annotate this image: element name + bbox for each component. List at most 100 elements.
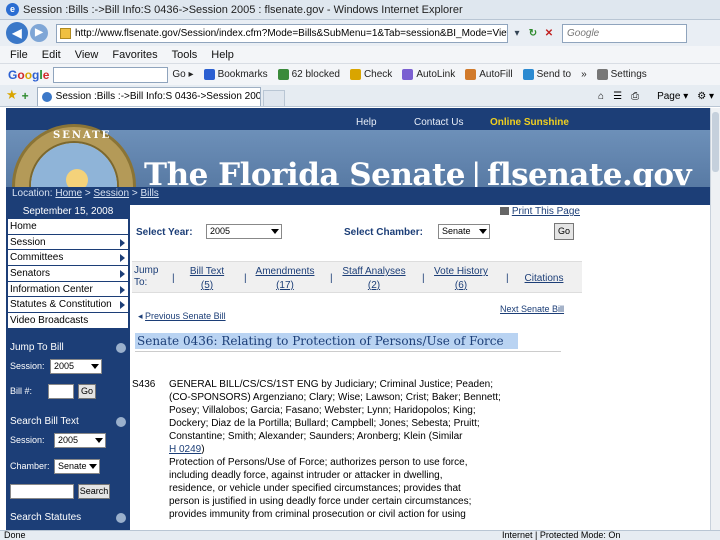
refresh-icon[interactable]: ↻ xyxy=(526,24,540,43)
jump-bill-text-link[interactable]: Bill Text (5) xyxy=(184,265,230,293)
search-button[interactable]: Search xyxy=(78,484,110,499)
forward-button[interactable]: ▶ xyxy=(30,24,48,42)
spell-check-button[interactable]: Check xyxy=(349,69,392,80)
description-line: residence, or vehicle under specified ci… xyxy=(169,483,461,494)
next-bill-link[interactable]: Next Senate Bill xyxy=(500,304,564,314)
jump-vote-history-link[interactable]: Vote History (6) xyxy=(430,265,492,293)
search-bill-text-heading: Search Bill Text xyxy=(6,415,130,429)
left-sidebar: September 15, 2008 Home Session Committe… xyxy=(6,205,130,530)
jump-to-bill-heading: Jump To Bill xyxy=(6,341,130,355)
right-blank-pane xyxy=(586,205,710,530)
menu-bar: File Edit View Favorites Tools Help xyxy=(0,46,720,63)
page-icon xyxy=(60,27,71,39)
bookmarks-button[interactable]: Bookmarks xyxy=(203,69,268,80)
search-statutes-heading: Search Statutes xyxy=(6,511,130,525)
year-select[interactable]: 2005 xyxy=(206,224,282,239)
description-line: person is justified in using deadly forc… xyxy=(169,496,472,507)
jump-to-label: Jump To: xyxy=(134,265,159,288)
menu-favorites[interactable]: Favorites xyxy=(112,49,157,61)
sidebar-item-statutes[interactable]: Statutes & Constitution xyxy=(8,297,128,314)
jump-session-select[interactable]: 2005 xyxy=(50,359,102,374)
menu-tools[interactable]: Tools xyxy=(172,49,198,61)
help-link[interactable]: Help xyxy=(356,117,377,128)
similar-bill-link[interactable]: H 0249 xyxy=(169,444,201,455)
print-page-link[interactable]: Print This Page xyxy=(499,206,580,217)
home-icon[interactable]: ⌂ xyxy=(598,91,604,102)
contact-us-link[interactable]: Contact Us xyxy=(414,117,463,128)
search-session-label: Session: xyxy=(10,435,45,445)
back-button[interactable]: ◀ xyxy=(6,22,28,44)
popup-blocker-button[interactable]: 62 blocked xyxy=(277,69,340,80)
send-to-button[interactable]: Send to xyxy=(522,69,571,80)
browser-tab[interactable]: Session :Bills :->Bill Info:S 0436->Sess… xyxy=(36,87,261,106)
menu-file[interactable]: File xyxy=(10,49,28,61)
chamber-select[interactable]: Senate xyxy=(54,459,100,474)
google-logo: Google xyxy=(8,67,50,82)
add-favorite-icon[interactable]: + xyxy=(22,89,29,103)
sidebar-item-session[interactable]: Session xyxy=(8,235,128,251)
window-title: Session :Bills :->Bill Info:S 0436->Sess… xyxy=(23,3,463,16)
jump-session-label: Session: xyxy=(10,361,45,371)
select-year-label: Select Year: xyxy=(136,227,193,238)
popup-blocker-icon xyxy=(277,69,289,80)
breadcrumb-bills[interactable]: Bills xyxy=(140,188,158,199)
internet-explorer-icon: e xyxy=(6,3,19,16)
address-dropdown-icon[interactable]: ▾ xyxy=(510,24,524,43)
sidebar-item-senators[interactable]: Senators xyxy=(8,266,128,282)
chamber-label: Chamber: xyxy=(10,461,50,471)
breadcrumb: Location: Home > Session > Bills xyxy=(6,187,710,201)
autofill-icon xyxy=(465,69,477,80)
sidebar-item-information-center[interactable]: Information Center xyxy=(8,282,128,298)
google-go-button[interactable]: Go ▸ xyxy=(172,69,193,80)
search-input[interactable]: Google xyxy=(562,23,687,43)
page-menu[interactable]: Page ▾ xyxy=(648,91,688,102)
sidebar-item-committees[interactable]: Committees xyxy=(8,250,128,267)
tab-bar: ★ + Session :Bills :->Bill Info:S 0436->… xyxy=(0,85,720,107)
breadcrumb-home[interactable]: Home xyxy=(55,188,82,199)
menu-help[interactable]: Help xyxy=(211,49,234,61)
chevron-right-icon xyxy=(120,254,125,263)
feeds-icon[interactable]: ☰ xyxy=(613,91,622,102)
vertical-scrollbar[interactable] xyxy=(710,108,720,530)
previous-bill-link[interactable]: ◂ Previous Senate Bill xyxy=(138,311,226,322)
chevron-down-icon xyxy=(271,229,279,234)
search-session-select[interactable]: 2005 xyxy=(54,433,106,448)
autolink-button[interactable]: AutoLink xyxy=(402,69,455,80)
online-sunshine-link[interactable]: Online Sunshine xyxy=(490,117,569,128)
favorites-star-icon[interactable]: ★ xyxy=(6,87,18,103)
sidebar-item-video-broadcasts[interactable]: Video Broadcasts xyxy=(8,313,128,329)
spellcheck-icon xyxy=(349,69,361,80)
jump-staff-analyses-link[interactable]: Staff Analyses (2) xyxy=(338,265,410,293)
title-divider xyxy=(135,351,561,352)
bill-number-input[interactable] xyxy=(48,384,74,399)
new-tab-button[interactable] xyxy=(262,90,285,106)
chamber-select-main[interactable]: Senate xyxy=(438,224,490,239)
jump-citations-link[interactable]: Citations xyxy=(518,272,570,286)
bill-number: S436 xyxy=(132,379,156,390)
breadcrumb-session[interactable]: Session xyxy=(93,188,129,199)
menu-edit[interactable]: Edit xyxy=(42,49,61,61)
tools-menu-icon[interactable]: ⚙ ▾ xyxy=(697,91,714,102)
toolbar-overflow-icon[interactable]: » xyxy=(581,69,587,80)
search-text-input[interactable] xyxy=(10,484,74,499)
menu-view[interactable]: View xyxy=(75,49,99,61)
sidebar-item-home[interactable]: Home xyxy=(8,219,128,235)
autolink-icon xyxy=(402,69,414,80)
bill-line: Constantine; Smith; Alexander; Saunders;… xyxy=(169,431,463,442)
security-zone: Internet | Protected Mode: On xyxy=(502,530,621,540)
window-title-bar: e Session :Bills :->Bill Info:S 0436->Se… xyxy=(0,0,720,20)
seal-text: SENATE xyxy=(53,130,112,141)
jump-go-button[interactable]: Go xyxy=(78,384,96,399)
address-field[interactable]: http://www.flsenate.gov/Session/index.cf… xyxy=(56,23,508,43)
pushpin-icon xyxy=(116,417,126,427)
print-icon[interactable]: ⎙ xyxy=(631,91,639,102)
google-search-input[interactable] xyxy=(53,66,169,83)
address-text: http://www.flsenate.gov/Session/index.cf… xyxy=(75,27,507,39)
settings-button[interactable]: Settings xyxy=(596,69,647,80)
autofill-button[interactable]: AutoFill xyxy=(465,69,513,80)
jump-amendments-link[interactable]: Amendments (17) xyxy=(254,265,316,293)
scrollbar-thumb[interactable] xyxy=(712,112,719,172)
stop-icon[interactable]: ✕ xyxy=(542,24,556,43)
chevron-down-icon xyxy=(95,438,103,443)
select-go-button[interactable]: Go xyxy=(554,223,574,240)
